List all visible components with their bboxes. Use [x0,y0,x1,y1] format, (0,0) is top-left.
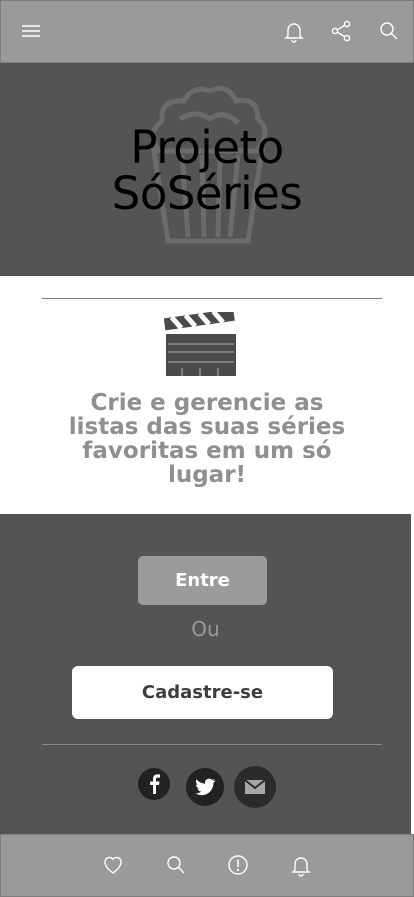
share-icon[interactable] [329,19,353,43]
alert-icon[interactable] [226,853,250,877]
login-button[interactable]: Entre [138,556,267,605]
or-label: Ou [191,617,220,641]
twitter-icon[interactable] [186,768,224,806]
auth-panel: Entre Ou Cadastre-se [0,514,411,834]
bottom-nav [0,834,414,897]
divider [42,744,382,745]
search-icon[interactable] [164,853,188,877]
email-icon[interactable] [234,766,276,808]
heart-icon[interactable] [101,853,125,877]
clapperboard-icon [164,312,236,376]
facebook-icon[interactable] [138,768,170,800]
app-title-line1: Projeto [130,121,284,174]
hero-banner: Projeto SóSéries [0,63,414,276]
divider [42,298,382,299]
bell-icon[interactable] [289,853,313,877]
search-icon[interactable] [377,19,401,43]
tagline: Crie e gerencie as listas das suas série… [68,390,346,488]
app-title-line2: SóSéries [111,167,303,220]
bell-icon[interactable] [282,19,306,43]
signup-button[interactable]: Cadastre-se [72,666,333,719]
menu-icon[interactable] [19,19,43,43]
app-title: Projeto SóSéries [0,125,414,217]
top-app-bar [0,0,414,63]
